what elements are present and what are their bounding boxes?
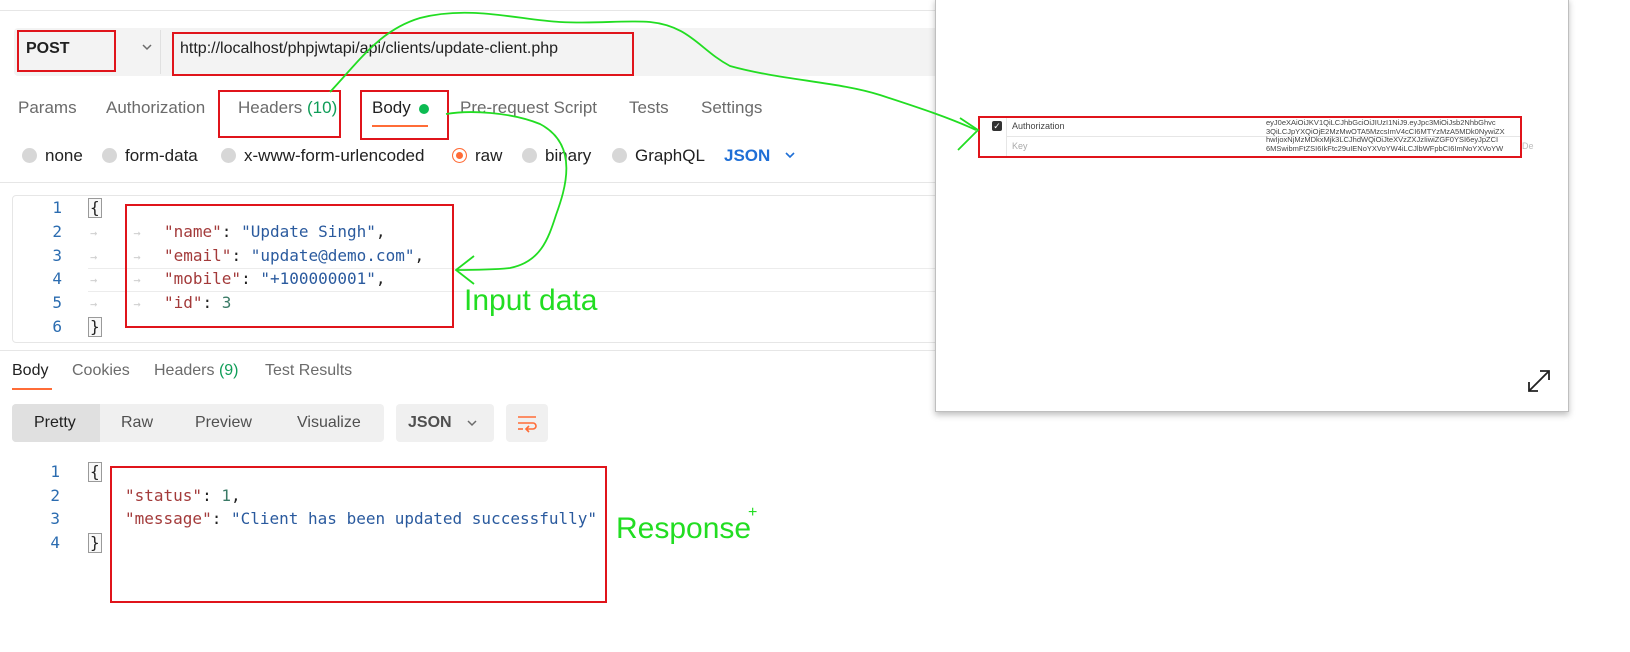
annotation-arrows	[329, 11, 980, 285]
arrow-headers-to-popup	[329, 11, 977, 131]
arrow-body-to-input	[445, 111, 568, 271]
